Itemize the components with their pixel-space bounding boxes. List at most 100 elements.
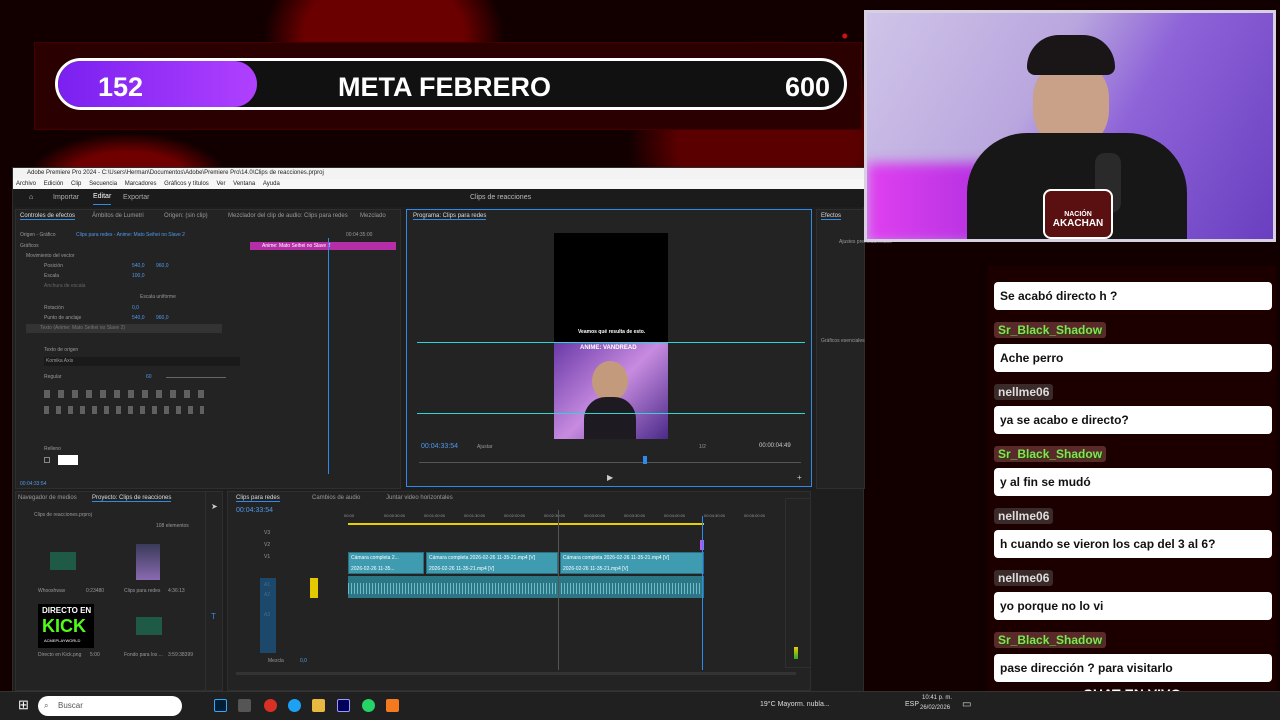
audio-track-target[interactable]: [260, 578, 276, 653]
uniform-scale-label[interactable]: Escala uniforme: [140, 294, 176, 300]
timeline-scrollbar[interactable]: [236, 672, 796, 675]
person-face: [592, 361, 628, 401]
tab-effect-controls[interactable]: Controles de efectos: [20, 213, 76, 220]
tab-timeline-merge[interactable]: Juntar video horizontales: [386, 495, 453, 501]
fx-vector-motion[interactable]: Movimiento del vector: [26, 253, 75, 259]
tab-source[interactable]: Origen: (sin clip): [164, 213, 208, 219]
overlay-text[interactable]: ANIME: VANDREAD: [580, 345, 637, 351]
weather-widget[interactable]: 19°C Mayorm. nubla...: [760, 701, 830, 708]
menu-edicion[interactable]: Edición: [44, 181, 64, 187]
effect-playhead[interactable]: [328, 238, 329, 474]
video-clip-3[interactable]: Cámara completa 2026-02-26 11-35-21.mp4 …: [560, 552, 704, 574]
ruler-tick-label: 00:05:00:00: [744, 513, 766, 518]
program-timecode[interactable]: 00:04:33:54: [421, 443, 458, 450]
menu-marcadores[interactable]: Marcadores: [125, 181, 157, 187]
menu-ayuda[interactable]: Ayuda: [263, 181, 280, 187]
style-buttons[interactable]: [44, 406, 204, 414]
ruler-tick-label: 00:02:00:00: [504, 513, 526, 518]
prop-position-y[interactable]: 960,0: [156, 263, 169, 269]
menu-archivo[interactable]: Archivo: [16, 181, 36, 187]
guide-line-bottom: [417, 413, 805, 414]
notification-icon[interactable]: ▭: [962, 699, 971, 710]
tab-audio-clip-mixer[interactable]: Mezclador del clip de audio: Clips para …: [228, 213, 348, 219]
panel-essential-graphics[interactable]: Gráficos esenciales: [821, 338, 865, 344]
add-button-icon[interactable]: +: [797, 473, 802, 482]
program-playhead[interactable]: [643, 456, 647, 464]
item-background[interactable]: Fondo para los ...: [124, 652, 163, 658]
photoshop-icon[interactable]: [214, 699, 227, 712]
fill-checkbox[interactable]: [44, 457, 50, 463]
kick-thumbnail[interactable]: DIRECTO EN KICK ACMEPLAYWORLD: [38, 604, 94, 648]
font-dropdown[interactable]: Komika Axis: [44, 357, 240, 366]
solo-buttons[interactable]: [310, 578, 318, 598]
font-size-slider[interactable]: [166, 377, 226, 378]
fill-color-swatch[interactable]: [58, 455, 78, 465]
item-kick[interactable]: Directo en Kick.png: [38, 652, 81, 658]
track-v2[interactable]: V2: [264, 542, 270, 548]
menu-ver[interactable]: Ver: [216, 181, 225, 187]
sequence-thumbnail[interactable]: [136, 544, 160, 580]
prop-rotation-value[interactable]: 0,0: [132, 305, 139, 311]
text-layer-row[interactable]: Texto (Anime: Mato Seihei no Slave 2): [26, 324, 222, 333]
tab-importar[interactable]: Importar: [53, 189, 79, 207]
align-buttons[interactable]: [44, 390, 204, 398]
prop-scale-value[interactable]: 100,0: [132, 273, 145, 279]
windows-start-icon[interactable]: ⊞: [18, 697, 29, 713]
prop-anchor-y[interactable]: 960,0: [156, 315, 169, 321]
video-clip-1[interactable]: Cámara completa 2... 2026-02-26 11-35...: [348, 552, 424, 574]
tab-mixer[interactable]: Mezclado: [360, 213, 386, 219]
tab-timeline-sequence[interactable]: Clips para redes: [236, 495, 280, 502]
sequence-label[interactable]: Clips para redes - Anime: Mato Seihei no…: [76, 232, 185, 238]
item-whoosh-dur: 0:23480: [86, 588, 105, 594]
play-button[interactable]: ▶: [607, 473, 613, 482]
fit-dropdown[interactable]: Ajustar: [477, 444, 493, 450]
vlc-icon[interactable]: [386, 699, 399, 712]
chat-username: Sr_Black_Shadow: [994, 322, 1107, 338]
language-indicator[interactable]: ESP: [905, 701, 919, 708]
folder-icon[interactable]: [312, 699, 325, 712]
font-size-value[interactable]: 60: [146, 374, 152, 380]
item-sequence[interactable]: Clips para redes: [124, 588, 160, 594]
track-v1[interactable]: V1: [264, 554, 270, 560]
tab-timeline-audio[interactable]: Cambios de audio: [312, 495, 360, 501]
chrome-icon[interactable]: [264, 699, 277, 712]
tab-exportar[interactable]: Exportar: [123, 189, 149, 207]
timeline-timecode[interactable]: 00:04:33:54: [236, 507, 273, 514]
prop-position-x[interactable]: 540,0: [132, 263, 145, 269]
tab-media-browser[interactable]: Navegador de medios: [18, 495, 77, 501]
audio-item-icon[interactable]: [50, 552, 76, 570]
font-style-dropdown[interactable]: Regular: [44, 374, 62, 380]
item-whoosh[interactable]: Whooshwav: [38, 588, 65, 594]
menu-secuencia[interactable]: Secuencia: [89, 181, 117, 187]
mix-value[interactable]: 0,0: [300, 658, 307, 664]
resolution-dropdown[interactable]: 1/2: [699, 444, 706, 450]
home-icon[interactable]: ⌂: [29, 189, 33, 207]
tab-project[interactable]: Proyecto: Clips de reacciones: [92, 495, 172, 502]
prop-anchor-x[interactable]: 540,0: [132, 315, 145, 321]
work-area-bar[interactable]: [348, 523, 704, 525]
effect-clip-bar[interactable]: Anime: Mato Seihei no Slave 2: [250, 242, 396, 250]
clock-date[interactable]: 26/02/2026: [920, 705, 950, 711]
menu-ventana[interactable]: Ventana: [233, 181, 255, 187]
selection-tool-icon[interactable]: ➤: [211, 502, 218, 511]
search-box[interactable]: ⌕ Buscar: [38, 696, 182, 716]
clock-time[interactable]: 10:41 p. m.: [922, 695, 952, 701]
tab-lumetri-scopes[interactable]: Ámbitos de Lumetri: [92, 213, 144, 219]
menu-clip[interactable]: Clip: [71, 181, 81, 187]
window-title: Adobe Premiere Pro 2024 - C:\Users\Herma…: [27, 170, 324, 176]
track-v3[interactable]: V3: [264, 530, 270, 536]
type-tool-icon[interactable]: T: [211, 612, 216, 621]
program-scrub-bar[interactable]: [419, 462, 801, 463]
menu-graficos[interactable]: Gráficos y títulos: [164, 181, 209, 187]
edge-icon[interactable]: [288, 699, 301, 712]
whatsapp-icon[interactable]: [362, 699, 375, 712]
timeline-playhead[interactable]: [702, 516, 703, 670]
timeline-ruler[interactable]: 00:00 00:00:30:00 00:01:00:00 00:01:30:00 00…: [344, 513, 765, 521]
app-icon[interactable]: [238, 699, 251, 712]
video-clip-2[interactable]: Cámara completa 2026-02-26 11-35-21.mp4 …: [426, 552, 558, 574]
tab-editar[interactable]: Editar: [93, 189, 112, 205]
audio-item-icon-2[interactable]: [136, 617, 162, 635]
premiere-icon[interactable]: [337, 699, 350, 712]
audio-clip-a1[interactable]: [348, 576, 704, 598]
video-thumbnail: [554, 343, 668, 439]
